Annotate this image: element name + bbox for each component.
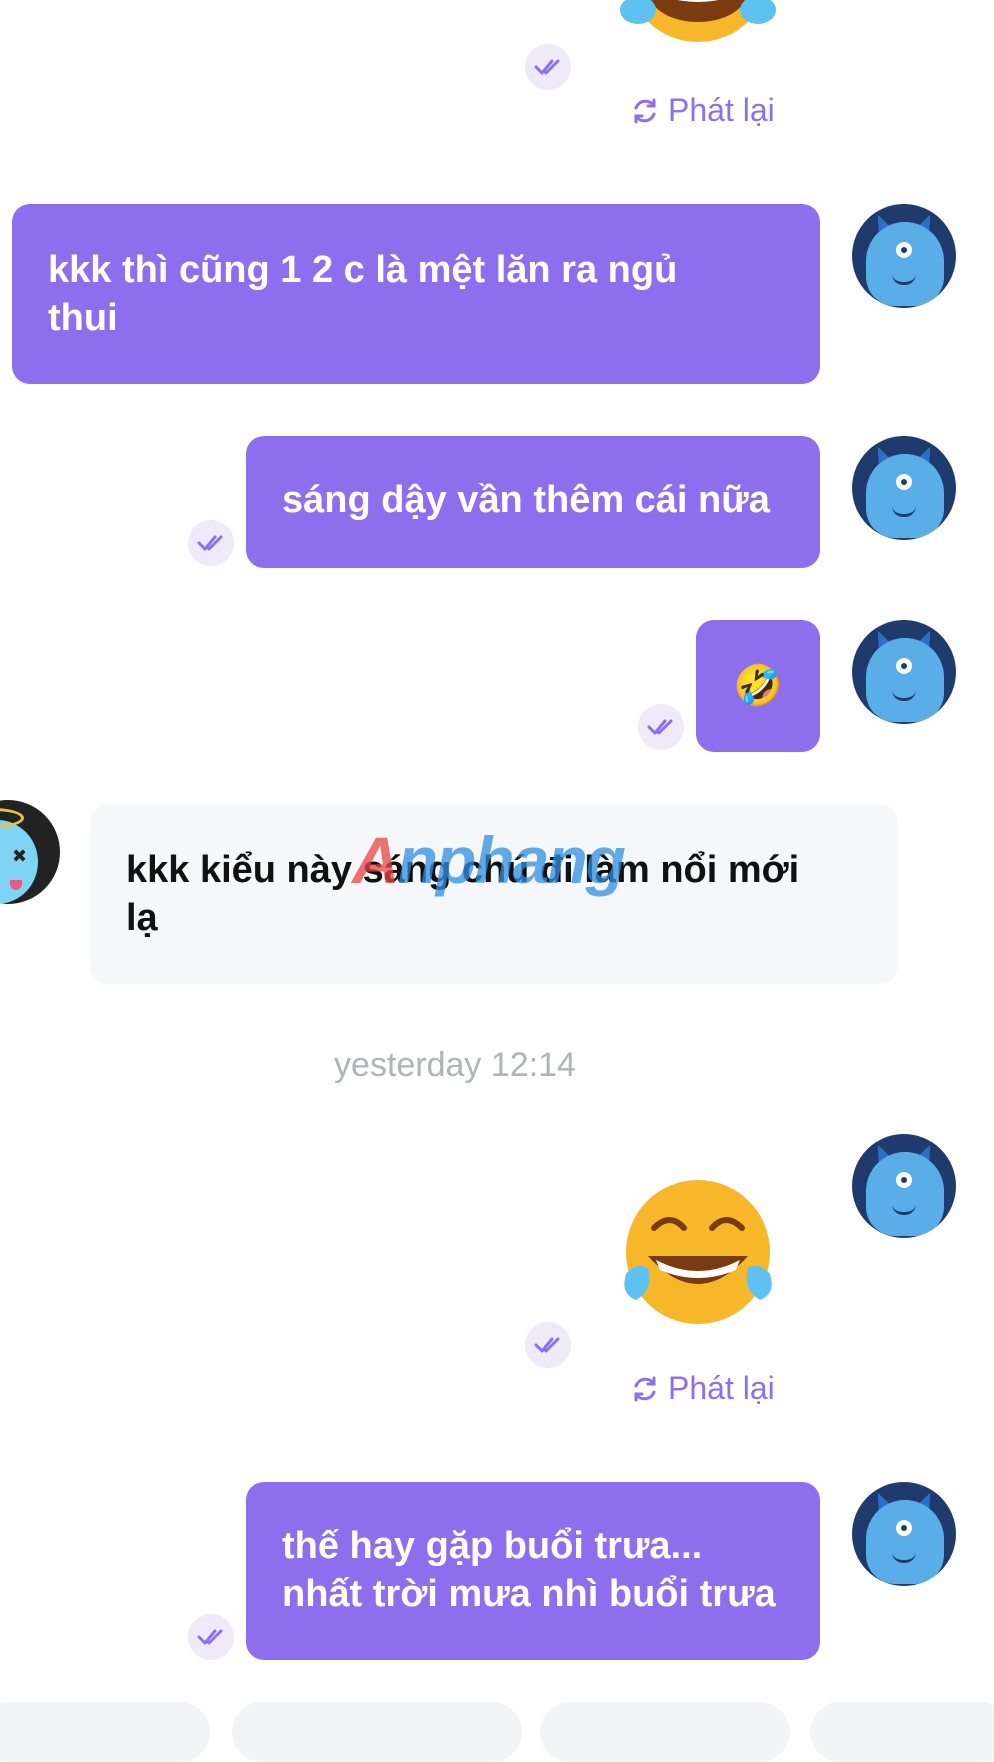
timestamp: yesterday 12:14 [334, 1046, 576, 1084]
read-receipt-icon [525, 1322, 571, 1368]
read-receipt-icon [188, 520, 234, 566]
message-text: thế hay gặp buổi trưa... nhất trời mưa n… [282, 1525, 776, 1615]
quick-reply-chip[interactable] [232, 1702, 522, 1762]
message-bubble[interactable]: kkk thì cũng 1 2 c là mệt lăn ra ngủ thu… [12, 204, 820, 384]
refresh-icon [634, 1376, 656, 1401]
avatar[interactable] [852, 1482, 956, 1586]
message-bubble[interactable]: sáng dậy vần thêm cái nữa [246, 436, 820, 568]
message-text: kkk thì cũng 1 2 c là mệt lăn ra ngủ thu… [48, 249, 678, 339]
message-text: sáng dậy vần thêm cái nữa [282, 479, 770, 521]
message-bubble[interactable]: kkk kiểu này sáng chú đi làm nổi mới lạ [90, 804, 898, 984]
read-receipt-icon [525, 44, 571, 90]
avatar[interactable] [852, 1134, 956, 1238]
message-bubble[interactable]: 🤣 [696, 620, 820, 752]
quick-reply-chip[interactable] [810, 1702, 994, 1762]
quick-reply-chip[interactable] [0, 1702, 210, 1762]
quick-reply-chip[interactable] [540, 1702, 790, 1762]
message-text: 🤣 [733, 664, 783, 708]
contact-avatar[interactable]: ✖ [0, 800, 60, 904]
refresh-icon [634, 98, 656, 123]
replay-label: Phát lại [668, 1370, 775, 1406]
big-laugh-emoji-top [620, 0, 776, 42]
message-text: kkk kiểu này sáng chú đi làm nổi mới lạ [126, 849, 800, 939]
replay-button[interactable]: Phát lại [630, 1370, 775, 1407]
replay-button-top[interactable]: Phát lại [630, 92, 775, 129]
message-bubble[interactable]: thế hay gặp buổi trưa... nhất trời mưa n… [246, 1482, 820, 1660]
avatar[interactable] [852, 436, 956, 540]
read-receipt-icon [188, 1614, 234, 1660]
read-receipt-icon [638, 704, 684, 750]
avatar[interactable] [852, 204, 956, 308]
big-laugh-emoji [624, 1180, 772, 1324]
replay-label: Phát lại [668, 92, 775, 128]
avatar[interactable] [852, 620, 956, 724]
